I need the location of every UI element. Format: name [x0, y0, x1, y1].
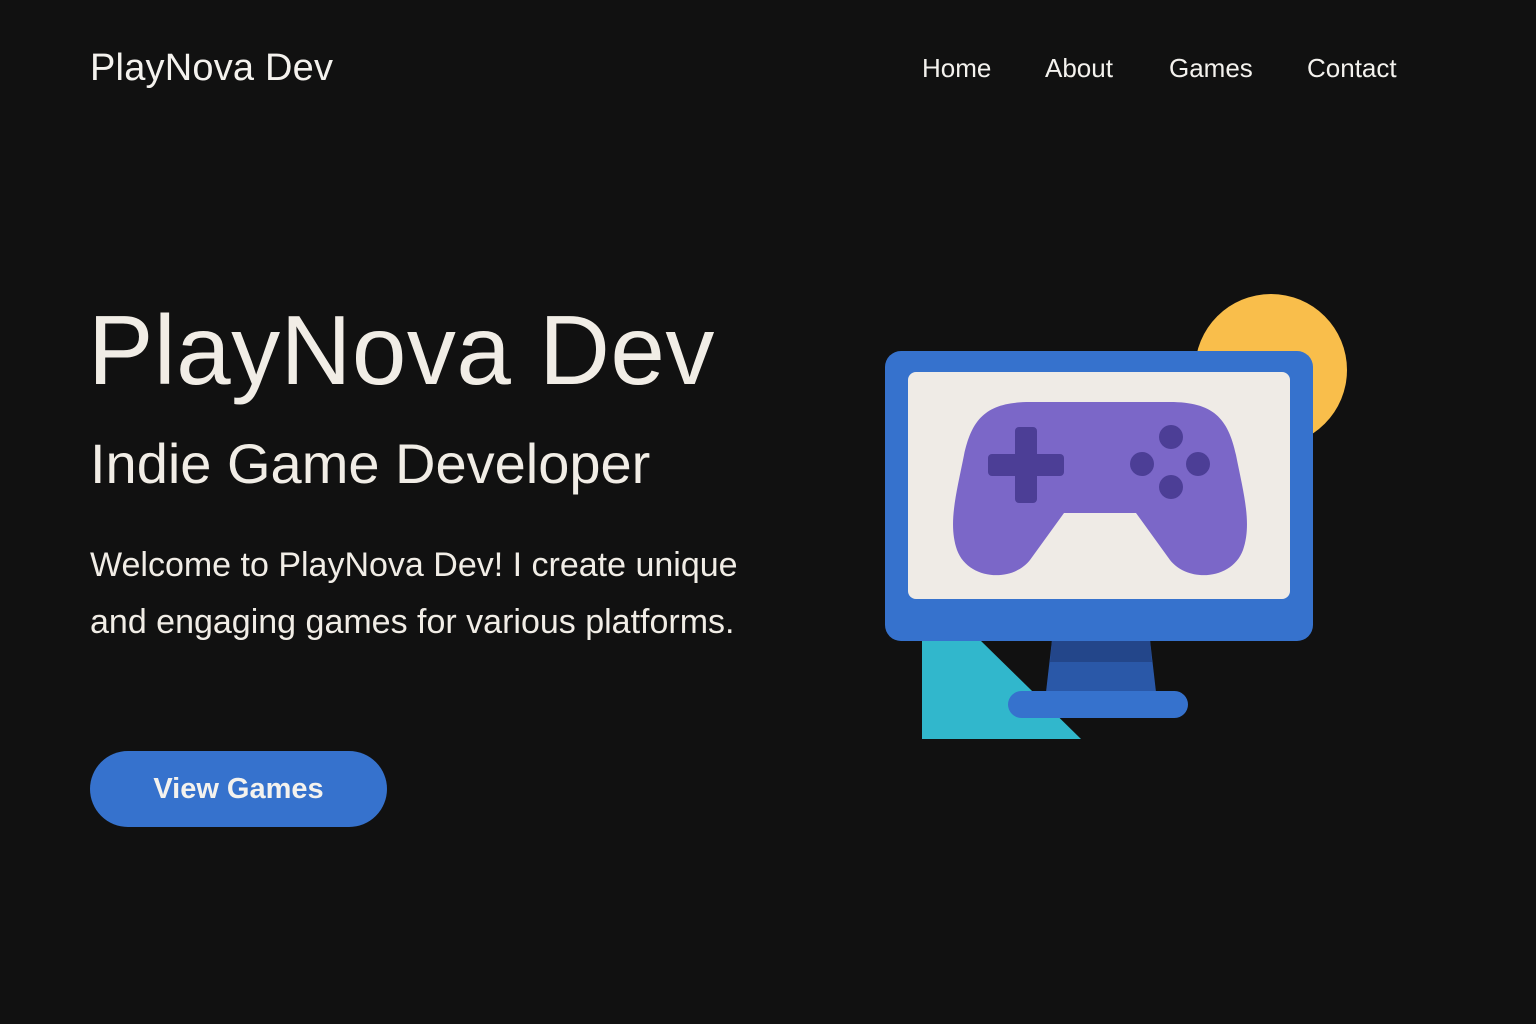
- hero-subtitle: Indie Game Developer: [90, 432, 651, 495]
- monitor-gamepad-illustration: [885, 294, 1347, 739]
- nav-about-link[interactable]: About: [1045, 50, 1113, 86]
- hero-illustration: [880, 290, 1360, 750]
- view-games-button[interactable]: View Games: [90, 751, 387, 827]
- action-buttons-icon: [1159, 425, 1183, 449]
- nav-contact-link[interactable]: Contact: [1307, 50, 1397, 86]
- hero-title: PlayNova Dev: [88, 295, 715, 405]
- hero-description: Welcome to PlayNova Dev! I create unique…: [90, 546, 738, 641]
- nav-home-link[interactable]: Home: [922, 50, 991, 86]
- monitor-base: [1008, 691, 1188, 718]
- nav-games-link[interactable]: Games: [1169, 50, 1253, 86]
- site-logo[interactable]: PlayNova Dev: [90, 44, 333, 92]
